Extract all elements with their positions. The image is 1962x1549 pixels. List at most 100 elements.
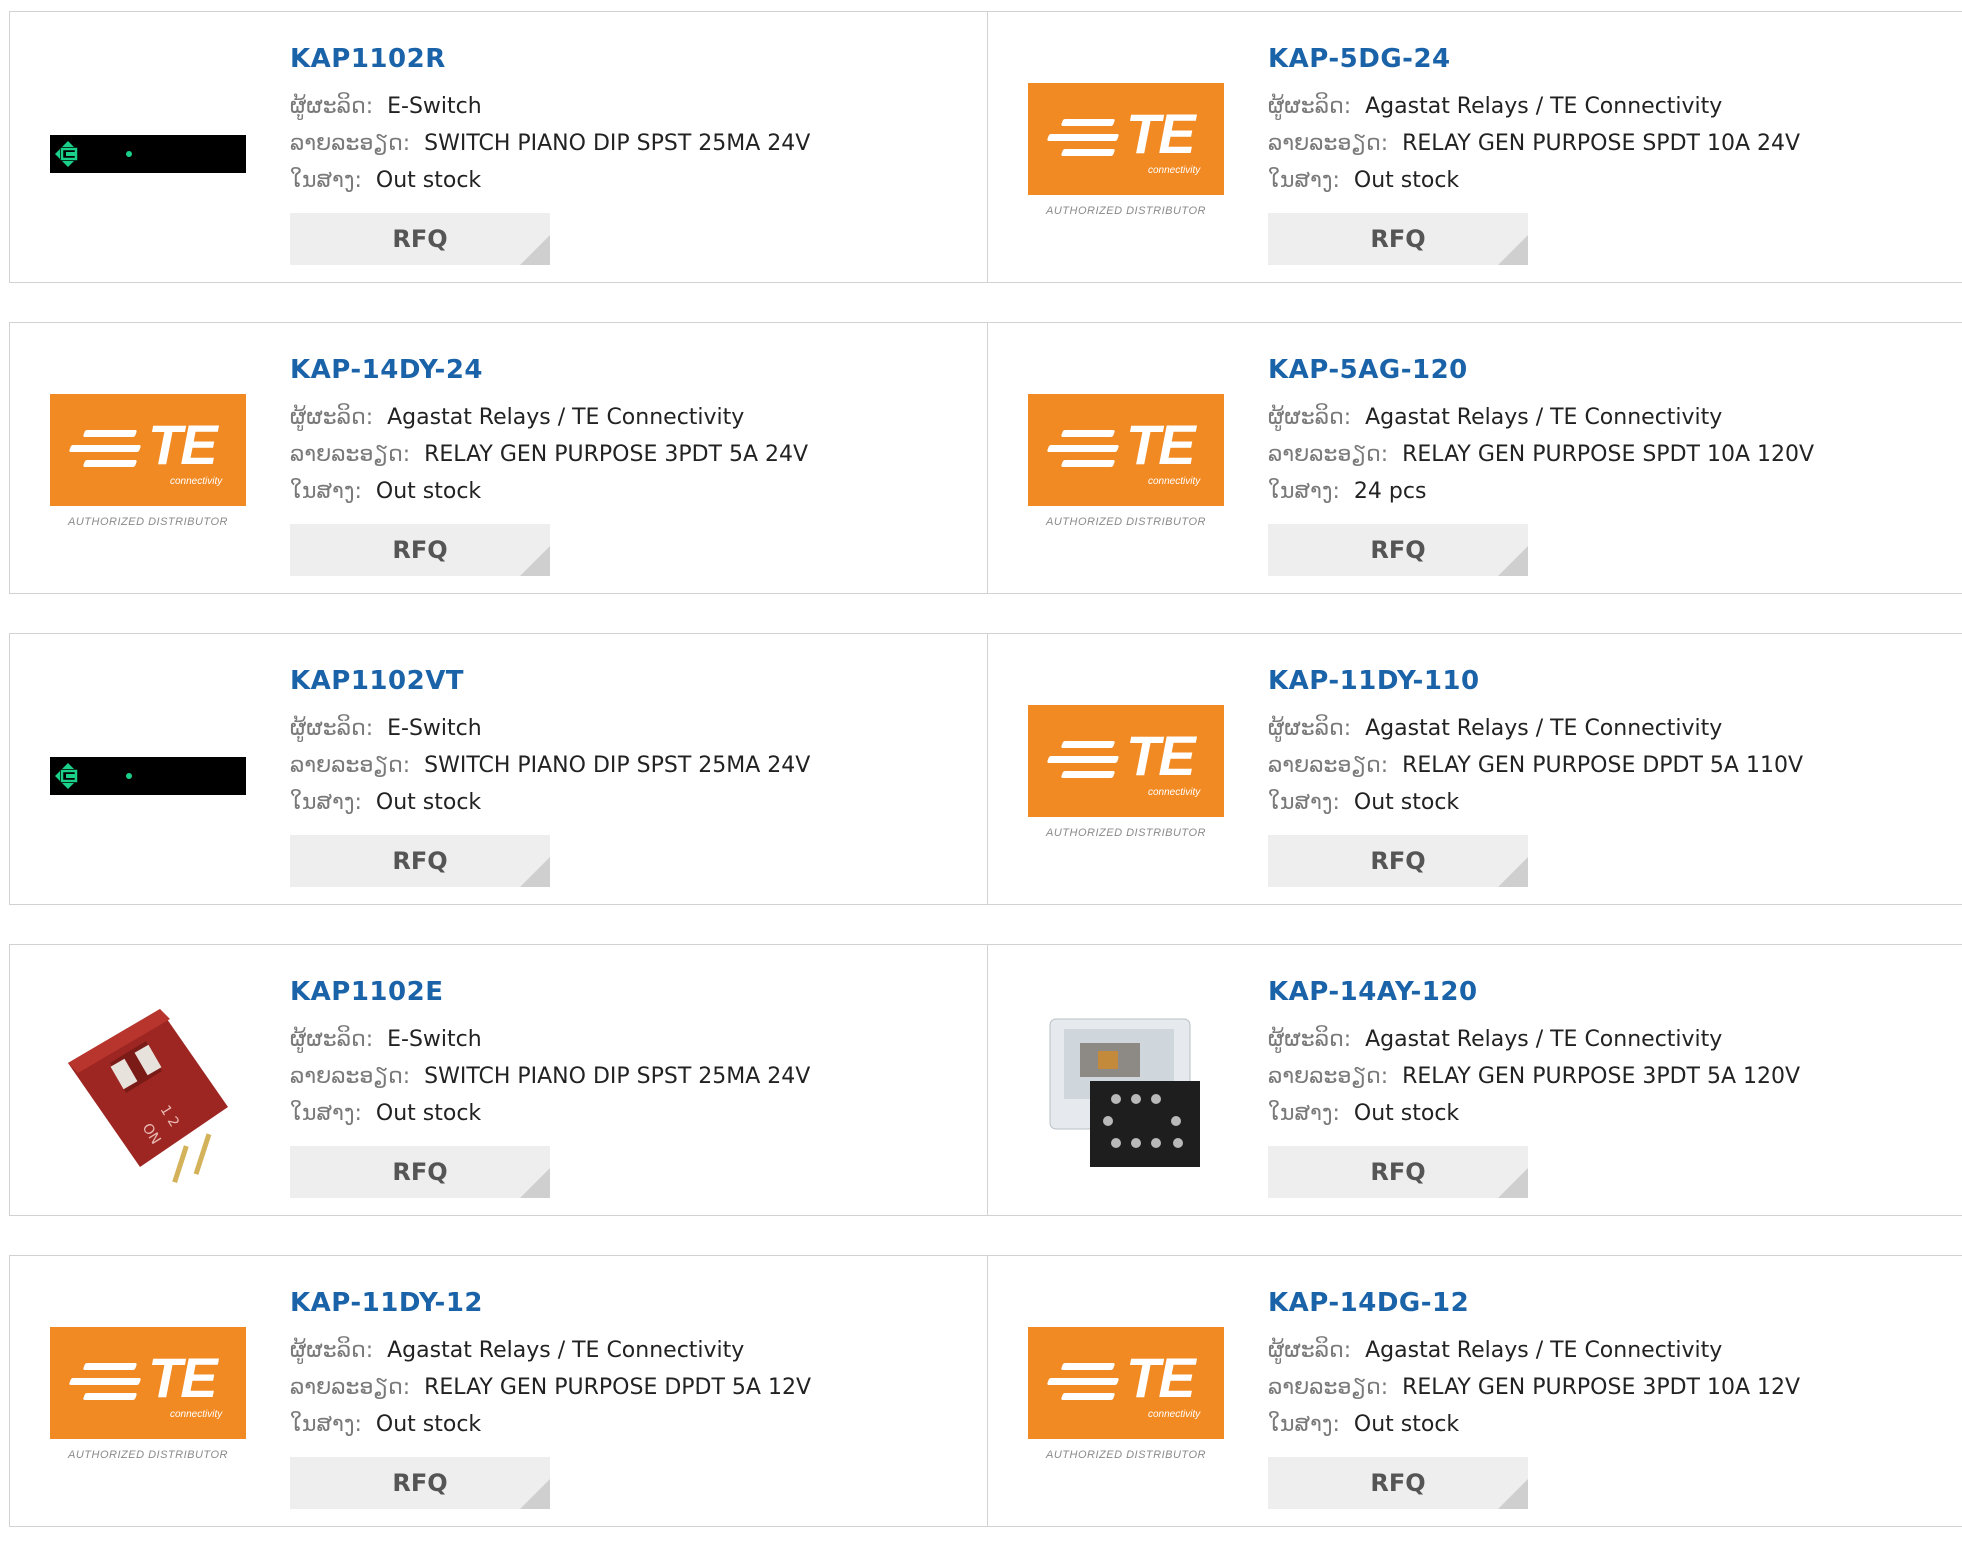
part-number-link[interactable]: KAP-5AG-120: [1268, 353, 1814, 387]
rfq-button[interactable]: RFQ: [1268, 524, 1528, 576]
stock-label: ໃນສາງ:: [290, 790, 362, 815]
rfq-button[interactable]: RFQ: [1268, 1457, 1528, 1509]
product-thumbnail[interactable]: TE connectivity AUTHORIZED DISTRIBUTOR: [50, 1300, 246, 1496]
green-dot-icon: [126, 151, 132, 157]
manufacturer-field: ຜູ້ຜະລິດ: E-Switch: [290, 710, 810, 747]
part-number-link[interactable]: KAP-14AY-120: [1268, 975, 1800, 1009]
product-thumbnail[interactable]: [50, 56, 246, 252]
stock-label: ໃນສາງ:: [290, 168, 362, 193]
corner-triangle-icon: [520, 1479, 550, 1509]
red-dip-switch-image: 1 2 ON: [50, 989, 246, 1185]
te-logo-text: TE: [148, 1346, 218, 1409]
corner-triangle-icon: [1498, 857, 1528, 887]
product-thumbnail[interactable]: TE connectivity AUTHORIZED DISTRIBUTOR: [1028, 678, 1224, 874]
description-label: ລາຍລະອຽດ:: [290, 131, 411, 156]
product-thumbnail[interactable]: TE connectivity AUTHORIZED DISTRIBUTOR: [1028, 56, 1224, 252]
part-number-link[interactable]: KAP-5DG-24: [1268, 42, 1800, 76]
rfq-button[interactable]: RFQ: [290, 1146, 550, 1198]
description-value: SWITCH PIANO DIP SPST 25MA 24V: [424, 753, 811, 778]
description-label: ລາຍລະອຽດ:: [290, 1375, 411, 1400]
rfq-button[interactable]: RFQ: [290, 524, 550, 576]
product-thumbnail[interactable]: [1028, 989, 1224, 1185]
part-number-link[interactable]: KAP-14DG-12: [1268, 1286, 1800, 1320]
te-logo: TE connectivity AUTHORIZED DISTRIBUTOR: [50, 394, 246, 536]
description-field: ລາຍລະອຽດ: RELAY GEN PURPOSE SPDT 10A 24V: [1268, 125, 1800, 162]
stock-value: 24 pcs: [1353, 479, 1427, 504]
corner-triangle-icon: [520, 546, 550, 576]
te-logo-lines: [1046, 1363, 1120, 1408]
part-number-link[interactable]: KAP-11DY-12: [290, 1286, 811, 1320]
stock-label: ໃນສາງ:: [1268, 1412, 1340, 1437]
product-thumbnail[interactable]: TE connectivity AUTHORIZED DISTRIBUTOR: [50, 367, 246, 563]
rfq-button-label: RFQ: [1370, 536, 1426, 564]
part-number-link[interactable]: KAP1102E: [290, 975, 810, 1009]
stock-value: Out stock: [375, 1101, 482, 1126]
rfq-button-label: RFQ: [392, 536, 448, 564]
corner-triangle-icon: [520, 857, 550, 887]
stock-label: ໃນສາງ:: [290, 1412, 362, 1437]
green-dot-icon: [126, 773, 132, 779]
manufacturer-label: ຜູ້ຜະລິດ:: [1268, 405, 1352, 430]
description-value: RELAY GEN PURPOSE 3PDT 10A 12V: [1402, 1375, 1801, 1400]
te-logo-lines: [1046, 430, 1120, 475]
product-card: KAP1102VT ຜູ້ຜະລິດ: E-Switch ລາຍລະອຽດ: SWI…: [10, 634, 988, 904]
te-logo-badge: TE connectivity: [1028, 705, 1224, 817]
te-logo: TE connectivity AUTHORIZED DISTRIBUTOR: [50, 1327, 246, 1469]
rfq-button-label: RFQ: [1370, 1158, 1426, 1186]
te-logo: TE connectivity AUTHORIZED DISTRIBUTOR: [1028, 705, 1224, 847]
manufacturer-value: Agastat Relays / TE Connectivity: [1365, 1338, 1723, 1363]
rfq-button[interactable]: RFQ: [1268, 213, 1528, 265]
te-logo-lines: [1046, 741, 1120, 786]
rfq-button-label: RFQ: [1370, 847, 1426, 875]
stock-field: ໃນສາງ: Out stock: [1268, 784, 1803, 821]
rfq-button[interactable]: RFQ: [1268, 1146, 1528, 1198]
rfq-button-label: RFQ: [1370, 225, 1426, 253]
part-number-link[interactable]: KAP-11DY-110: [1268, 664, 1803, 698]
rfq-button-label: RFQ: [1370, 1469, 1426, 1497]
te-logo-subtext: connectivity: [1148, 476, 1201, 487]
product-thumbnail[interactable]: TE connectivity AUTHORIZED DISTRIBUTOR: [1028, 367, 1224, 563]
description-field: ລາຍລະອຽດ: SWITCH PIANO DIP SPST 25MA 24V: [290, 1058, 810, 1095]
product-thumbnail[interactable]: [50, 678, 246, 874]
manufacturer-label: ຜູ້ຜະລິດ:: [1268, 1027, 1352, 1052]
stock-field: ໃນສາງ: Out stock: [1268, 1095, 1800, 1132]
rfq-button-label: RFQ: [392, 847, 448, 875]
product-card: TE connectivity AUTHORIZED DISTRIBUTOR K…: [988, 12, 1962, 282]
description-label: ລາຍລະອຽດ:: [1268, 131, 1389, 156]
rfq-button[interactable]: RFQ: [290, 1457, 550, 1509]
stock-value: Out stock: [1353, 1412, 1460, 1437]
rfq-button-label: RFQ: [392, 225, 448, 253]
eswitch-logo: [50, 135, 246, 173]
authorized-distributor-label: AUTHORIZED DISTRIBUTOR: [68, 516, 228, 528]
stock-field: ໃນສາງ: 24 pcs: [1268, 473, 1814, 510]
rfq-button[interactable]: RFQ: [1268, 835, 1528, 887]
manufacturer-label: ຜູ້ຜະລິດ:: [290, 1027, 374, 1052]
part-number-link[interactable]: KAP1102VT: [290, 664, 810, 698]
product-card: KAP1102R ຜູ້ຜະລິດ: E-Switch ລາຍລະອຽດ: SWIT…: [10, 12, 988, 282]
authorized-distributor-label: AUTHORIZED DISTRIBUTOR: [1046, 516, 1206, 528]
te-logo-text: TE: [1126, 102, 1196, 165]
part-number-link[interactable]: KAP1102R: [290, 42, 810, 76]
te-logo-text: TE: [1126, 413, 1196, 476]
manufacturer-value: E-Switch: [387, 1027, 482, 1052]
part-number-link[interactable]: KAP-14DY-24: [290, 353, 808, 387]
manufacturer-label: ຜູ້ຜະລິດ:: [290, 1338, 374, 1363]
product-thumbnail[interactable]: TE connectivity AUTHORIZED DISTRIBUTOR: [1028, 1300, 1224, 1496]
double-arrow-icon: [55, 763, 78, 789]
product-thumbnail[interactable]: 1 2 ON: [50, 989, 246, 1185]
description-field: ລາຍລະອຽດ: RELAY GEN PURPOSE DPDT 5A 12V: [290, 1369, 811, 1406]
rfq-button[interactable]: RFQ: [290, 213, 550, 265]
manufacturer-field: ຜູ້ຜະລິດ: Agastat Relays / TE Connectivit…: [1268, 399, 1814, 436]
stock-label: ໃນສາງ:: [1268, 1101, 1340, 1126]
eswitch-logo: [50, 757, 246, 795]
description-value: RELAY GEN PURPOSE SPDT 10A 24V: [1402, 131, 1801, 156]
product-row: 1 2 ON KAP1102E ຜູ້ຜະລິດ: E-Switch ລາຍລະອ…: [9, 944, 1962, 1216]
product-info: KAP-14DG-12 ຜູ້ຜະລິດ: Agastat Relays / TE…: [1268, 1286, 1800, 1509]
manufacturer-field: ຜູ້ຜະລິດ: Agastat Relays / TE Connectivit…: [290, 1332, 811, 1369]
stock-field: ໃນສາງ: Out stock: [290, 162, 810, 199]
manufacturer-label: ຜູ້ຜະລິດ:: [1268, 94, 1352, 119]
te-logo-subtext: connectivity: [170, 476, 223, 487]
te-logo-lines: [68, 1363, 142, 1408]
rfq-button[interactable]: RFQ: [290, 835, 550, 887]
description-value: RELAY GEN PURPOSE DPDT 5A 12V: [424, 1375, 812, 1400]
